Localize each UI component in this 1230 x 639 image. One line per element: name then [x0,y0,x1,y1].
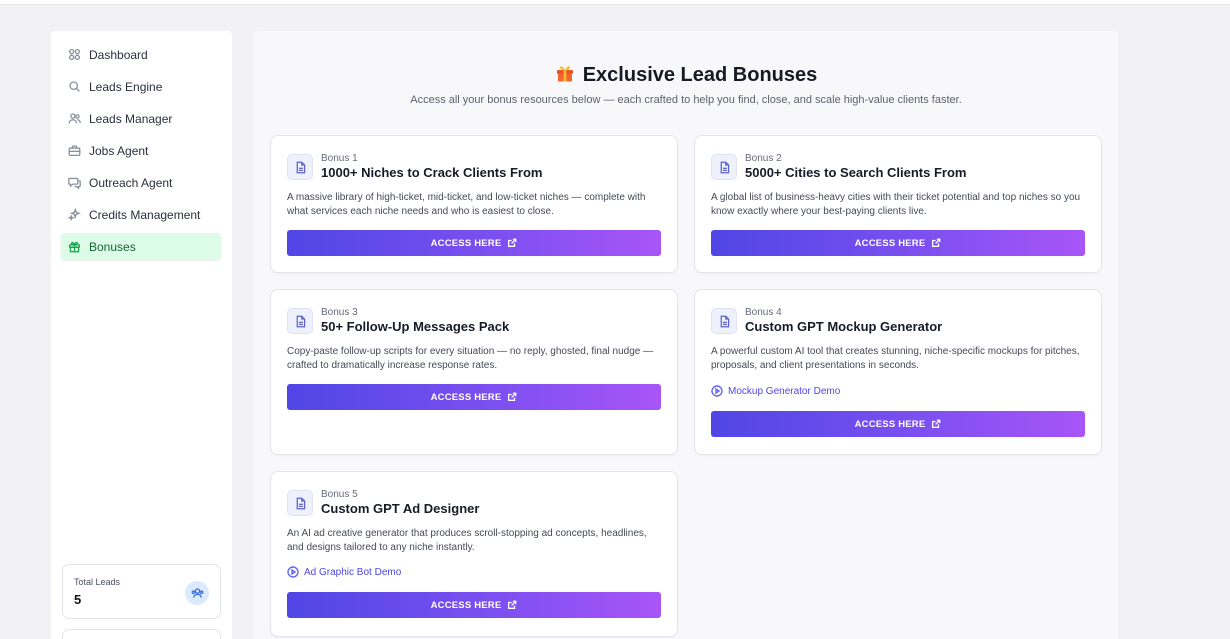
sidebar-item-outreach-agent[interactable]: Outreach Agent [61,169,221,196]
external-link-icon [508,238,517,247]
sidebar: Dashboard Leads Engine Leads Manager Job… [51,31,232,639]
play-circle-icon [711,385,723,397]
demo-link-label: Ad Graphic Bot Demo [304,566,402,578]
button-label: ACCESS HERE [430,391,502,403]
page-subtitle: Access all your bonus resources below — … [410,94,962,106]
bonus-card: Bonus 4 Custom GPT Mockup Generator A po… [694,289,1102,455]
sidebar-item-label: Jobs Agent [89,143,149,158]
external-link-icon [508,600,517,609]
sidebar-item-jobs-agent[interactable]: Jobs Agent [61,137,221,164]
sparkles-icon [67,208,81,222]
access-here-button[interactable]: ACCESS HERE [287,230,661,256]
bonus-title: Custom GPT Mockup Generator [745,319,943,334]
sidebar-item-credits-management[interactable]: Credits Management [61,201,221,228]
bonus-title: 50+ Follow-Up Messages Pack [321,319,510,334]
external-link-icon [932,419,941,428]
play-circle-icon [287,566,299,578]
sidebar-item-leads-manager[interactable]: Leads Manager [61,105,221,132]
page-title: Exclusive Lead Bonuses [254,63,1118,87]
secondary-stat-card [62,629,221,639]
button-label: ACCESS HERE [430,237,502,249]
access-here-button[interactable]: ACCESS HERE [287,592,661,618]
sidebar-item-label: Leads Engine [89,79,163,94]
external-link-icon [508,392,517,401]
bonus-title: Custom GPT Ad Designer [321,501,480,516]
bonus-description: A massive library of high-ticket, mid-ti… [287,192,646,217]
bonus-card: Bonus 1 1000+ Niches to Crack Clients Fr… [270,135,678,273]
document-icon [287,308,313,334]
demo-link[interactable]: Mockup Generator Demo [711,385,840,397]
top-bar [0,0,1230,5]
bonus-title: 1000+ Niches to Crack Clients From [321,165,543,180]
sidebar-item-label: Credits Management [89,207,201,222]
bonus-title: 5000+ Cities to Search Clients From [745,165,967,180]
demo-link[interactable]: Ad Graphic Bot Demo [287,566,401,578]
access-here-button[interactable]: ACCESS HERE [711,411,1085,437]
button-label: ACCESS HERE [854,237,926,249]
sidebar-item-label: Leads Manager [89,111,173,126]
briefcase-icon [67,144,81,158]
total-leads-label: Total Leads [74,577,121,587]
page-title-text: Exclusive Lead Bonuses [582,63,818,86]
access-here-button[interactable]: ACCESS HERE [711,230,1085,256]
document-icon [287,154,313,180]
document-icon [711,154,737,180]
gift-icon [555,63,575,87]
dashboard-icon [67,48,81,62]
bonus-description: Copy-paste follow-up scripts for every s… [287,346,654,371]
sidebar-item-label: Dashboard [89,47,148,62]
sidebar-item-dashboard[interactable]: Dashboard [61,41,221,68]
sidebar-nav: Dashboard Leads Engine Leads Manager Job… [61,41,221,265]
button-label: ACCESS HERE [854,418,926,430]
bonus-number: Bonus 1 [321,153,358,164]
bonus-number: Bonus 2 [745,153,782,164]
main-content: Exclusive Lead Bonuses Access all your b… [254,31,1118,639]
sidebar-item-label: Outreach Agent [89,175,173,190]
sidebar-item-leads-engine[interactable]: Leads Engine [61,73,221,100]
bonus-number: Bonus 4 [745,307,782,318]
access-here-button[interactable]: ACCESS HERE [287,384,661,410]
sidebar-item-label: Bonuses [89,239,136,254]
external-link-icon [932,238,941,247]
demo-link-label: Mockup Generator Demo [728,385,841,397]
search-icon [67,80,81,94]
document-icon [711,308,737,334]
bonus-number: Bonus 5 [321,489,358,500]
bonus-description: An AI ad creative generator that produce… [287,528,647,553]
button-label: ACCESS HERE [430,599,502,611]
gift-icon [67,240,81,254]
sidebar-item-bonuses[interactable]: Bonuses [61,233,221,260]
users-icon [67,112,81,126]
bonus-description: A powerful custom AI tool that creates s… [711,346,1080,371]
bonus-card: Bonus 3 50+ Follow-Up Messages Pack Copy… [270,289,678,455]
total-leads-value: 5 [74,592,82,607]
bonus-card: Bonus 5 Custom GPT Ad Designer An AI ad … [270,471,678,637]
bonus-card: Bonus 2 5000+ Cities to Search Clients F… [694,135,1102,273]
document-icon [287,490,313,516]
chat-icon [67,176,81,190]
bonus-description: A global list of business-heavy cities w… [711,192,1081,217]
total-leads-card: Total Leads 5 [62,564,221,619]
users-icon [185,581,209,605]
bonus-number: Bonus 3 [321,307,358,318]
